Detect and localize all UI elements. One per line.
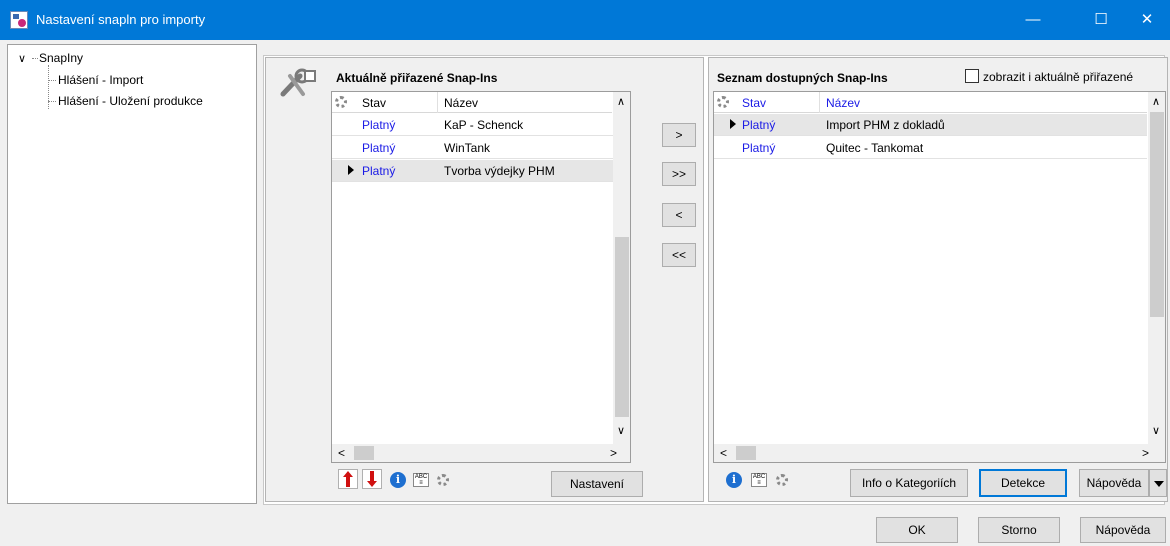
grid-header: Stav Název [714, 92, 1147, 113]
column-nazev[interactable]: Název [826, 96, 860, 110]
scroll-up-icon[interactable]: ∧ [1152, 95, 1160, 108]
scroll-thumb[interactable] [615, 237, 629, 417]
row-nazev: Tvorba výdejky PHM [444, 164, 555, 178]
scroll-up-icon[interactable]: ∧ [617, 95, 625, 108]
scroll-right-icon[interactable]: > [610, 446, 617, 460]
close-button[interactable]: ✕ [1124, 0, 1170, 40]
ok-button[interactable]: OK [876, 517, 958, 543]
row-nazev: Import PHM z dokladů [826, 118, 945, 132]
column-divider [437, 92, 438, 113]
add-all-button[interactable]: >> [662, 162, 696, 186]
row-nazev: WinTank [444, 141, 491, 155]
scroll-right-icon[interactable]: > [1142, 446, 1149, 460]
chevron-down-icon [1154, 481, 1164, 487]
minimize-button[interactable]: — [1010, 0, 1056, 40]
grid-header: Stav Název [332, 92, 612, 113]
scroll-left-icon[interactable]: < [338, 446, 345, 460]
info-icon[interactable]: i [726, 472, 742, 488]
available-snapins-panel: Seznam dostupných Snap-Ins zobrazit i ak… [708, 57, 1168, 502]
vertical-scrollbar[interactable]: ∧ ∨ [613, 92, 630, 444]
row-stav: Platný [742, 141, 776, 155]
assigned-grid[interactable]: Stav Název Platný KaP - Schenck Platný W… [331, 91, 631, 463]
tree-connector [32, 58, 38, 59]
scroll-thumb[interactable] [1150, 112, 1164, 317]
gear-icon[interactable] [437, 474, 449, 486]
table-row-selected[interactable]: Platný Tvorba výdejky PHM [332, 160, 624, 182]
row-stav: Platný [742, 118, 776, 132]
row-stav: Platný [362, 141, 396, 155]
tree-connector [48, 101, 56, 102]
move-down-button[interactable] [362, 469, 382, 489]
tools-icon [278, 68, 318, 98]
gear-icon [717, 96, 729, 108]
move-up-button[interactable] [338, 469, 358, 489]
title-bar: Nastavení snapln pro importy — ☐ ✕ [0, 0, 1170, 40]
maximize-button[interactable]: ☐ [1078, 0, 1124, 40]
horizontal-scrollbar[interactable]: < > [332, 444, 630, 462]
row-nazev: KaP - Schenck [444, 118, 524, 132]
abc-icon[interactable]: ABC ≡ [751, 473, 767, 487]
available-grid[interactable]: Stav Název Platný Import PHM z dokladů P… [713, 91, 1166, 463]
column-nazev[interactable]: Název [444, 96, 478, 110]
detect-button[interactable]: Detekce [979, 469, 1067, 497]
cancel-button[interactable]: Storno [978, 517, 1060, 543]
category-info-button[interactable]: Info o Kategoriích [850, 469, 968, 497]
help-dropdown-button[interactable]: Nápověda [1079, 469, 1149, 497]
column-stav[interactable]: Stav [362, 96, 386, 110]
app-icon [10, 11, 28, 29]
scroll-thumb[interactable] [354, 446, 374, 460]
tree-item-import[interactable]: Hlášení - Import [58, 73, 143, 87]
scroll-left-icon[interactable]: < [720, 446, 727, 460]
horizontal-scrollbar[interactable]: < > [714, 444, 1165, 462]
tree-connector [48, 80, 56, 81]
abc-icon[interactable]: ABC ≡ [413, 473, 429, 487]
table-row[interactable]: Platný KaP - Schenck [332, 114, 624, 136]
tree-connector [48, 65, 49, 109]
column-divider [819, 92, 820, 113]
gear-icon [335, 96, 347, 108]
scroll-thumb[interactable] [736, 446, 756, 460]
window-title: Nastavení snapln pro importy [36, 12, 206, 27]
available-header: Seznam dostupných Snap-Ins [717, 71, 888, 85]
remove-all-button[interactable]: << [662, 243, 696, 267]
table-row[interactable]: Platný WinTank [332, 137, 624, 159]
snapin-tree[interactable]: ∨ SnapIny Hlášení - Import Hlášení - Ulo… [7, 44, 257, 504]
settings-button[interactable]: Nastavení [551, 471, 643, 497]
help-dropdown-toggle[interactable] [1149, 469, 1167, 497]
scroll-down-icon[interactable]: ∨ [1152, 424, 1160, 437]
row-pointer-icon [730, 119, 736, 129]
tree-root[interactable]: SnapIny [39, 51, 83, 65]
scroll-down-icon[interactable]: ∨ [617, 424, 625, 437]
remove-button[interactable]: < [662, 203, 696, 227]
table-row-selected[interactable]: Platný Import PHM z dokladů [714, 114, 1147, 136]
vertical-scrollbar[interactable]: ∧ ∨ [1148, 92, 1165, 444]
assigned-header: Aktuálně přiřazené Snap-Ins [336, 71, 498, 85]
chevron-down-icon[interactable]: ∨ [18, 52, 26, 65]
help-button[interactable]: Nápověda [1080, 517, 1166, 543]
row-stav: Platný [362, 118, 396, 132]
tree-item-production[interactable]: Hlášení - Uložení produkce [58, 94, 203, 108]
info-icon[interactable]: i [390, 472, 406, 488]
table-row[interactable]: Platný Quitec - Tankomat [714, 137, 1147, 159]
gear-icon[interactable] [776, 474, 788, 486]
show-assigned-checkbox[interactable] [965, 69, 979, 83]
add-button[interactable]: > [662, 123, 696, 147]
row-pointer-icon [348, 165, 354, 175]
column-stav[interactable]: Stav [742, 96, 766, 110]
show-assigned-label[interactable]: zobrazit i aktuálně přiřazené [983, 70, 1133, 84]
assigned-snapins-panel: Aktuálně přiřazené Snap-Ins Stav Název P… [265, 57, 704, 502]
row-nazev: Quitec - Tankomat [826, 141, 924, 155]
row-stav: Platný [362, 164, 396, 178]
